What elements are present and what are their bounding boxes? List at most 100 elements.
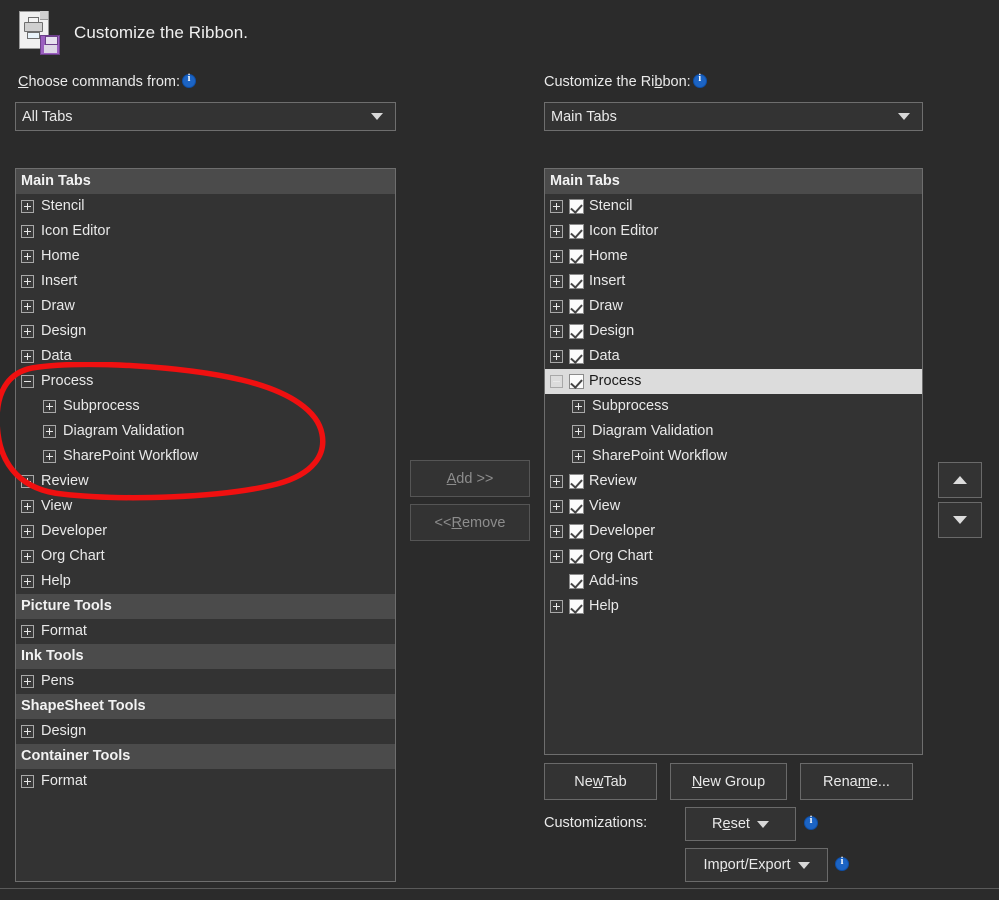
expand-icon[interactable] (550, 200, 563, 213)
tab-checkbox[interactable] (569, 374, 584, 389)
available-commands-list[interactable]: Main Tabs Stencil Icon Editor Home Insert Dra… (15, 168, 396, 882)
tab-checkbox[interactable] (569, 224, 584, 239)
expand-icon[interactable] (550, 600, 563, 613)
expand-icon[interactable] (21, 575, 34, 588)
list-item[interactable]: Draw (16, 294, 395, 319)
rename-button[interactable]: Rena m e... (800, 763, 913, 800)
tree-row[interactable]: View (545, 494, 922, 519)
tree-row[interactable]: Review (545, 469, 922, 494)
tree-row[interactable]: SharePoint Workflow (545, 444, 922, 469)
list-item[interactable]: Stencil (16, 194, 395, 219)
new-group-button[interactable]: New Group (670, 763, 787, 800)
expand-icon[interactable] (21, 725, 34, 738)
expand-icon[interactable] (21, 300, 34, 313)
tab-checkbox[interactable] (569, 499, 584, 514)
expand-icon[interactable] (21, 200, 34, 213)
tab-checkbox[interactable] (569, 249, 584, 264)
tree-row[interactable]: Icon Editor (545, 219, 922, 244)
expand-icon[interactable] (550, 300, 563, 313)
info-icon[interactable] (835, 856, 849, 871)
expand-icon[interactable] (21, 325, 34, 338)
expand-icon[interactable] (550, 225, 563, 238)
tree-row[interactable]: Process (545, 369, 922, 394)
tree-row[interactable]: Draw (545, 294, 922, 319)
tree-row[interactable]: Insert (545, 269, 922, 294)
tab-checkbox[interactable] (569, 324, 584, 339)
info-icon[interactable] (692, 73, 707, 88)
list-item[interactable]: Icon Editor (16, 219, 395, 244)
tree-row[interactable]: Subprocess (545, 394, 922, 419)
customize-ribbon-combo[interactable]: Main Tabs (544, 102, 923, 131)
tree-row[interactable]: Data (545, 344, 922, 369)
expand-icon[interactable] (43, 425, 56, 438)
tab-checkbox[interactable] (569, 199, 584, 214)
list-item[interactable]: Diagram Validation (16, 419, 395, 444)
ribbon-tabs-tree[interactable]: Main Tabs Stencil Icon Editor Home Insert Dra… (544, 168, 923, 755)
expand-icon[interactable] (21, 550, 34, 563)
tab-checkbox[interactable] (569, 524, 584, 539)
expand-icon[interactable] (43, 400, 56, 413)
choose-commands-from-combo[interactable]: All Tabs (15, 102, 396, 131)
expand-icon[interactable] (21, 475, 34, 488)
list-item[interactable]: Process (16, 369, 395, 394)
tab-checkbox[interactable] (569, 274, 584, 289)
expand-icon[interactable] (550, 475, 563, 488)
expand-icon[interactable] (572, 425, 585, 438)
expand-icon[interactable] (550, 350, 563, 363)
expand-icon[interactable] (21, 275, 34, 288)
expand-icon[interactable] (550, 325, 563, 338)
list-item[interactable]: Developer (16, 519, 395, 544)
tree-row[interactable]: Add-ins (545, 569, 922, 594)
expand-icon[interactable] (572, 400, 585, 413)
tree-row[interactable]: Design (545, 319, 922, 344)
expand-icon[interactable] (21, 250, 34, 263)
collapse-icon[interactable] (21, 375, 34, 388)
expand-icon[interactable] (21, 350, 34, 363)
expand-icon[interactable] (21, 525, 34, 538)
tab-checkbox[interactable] (569, 349, 584, 364)
list-item[interactable]: Design (16, 719, 395, 744)
list-item[interactable]: SharePoint Workflow (16, 444, 395, 469)
expand-icon[interactable] (21, 625, 34, 638)
list-item[interactable]: Design (16, 319, 395, 344)
tab-checkbox[interactable] (569, 299, 584, 314)
tree-row[interactable]: Help (545, 594, 922, 619)
list-item[interactable]: Insert (16, 269, 395, 294)
tab-checkbox[interactable] (569, 549, 584, 564)
move-down-button[interactable] (938, 502, 982, 538)
tree-row[interactable]: Home (545, 244, 922, 269)
expand-icon[interactable] (21, 500, 34, 513)
tab-checkbox[interactable] (569, 599, 584, 614)
tree-row[interactable]: Org Chart (545, 544, 922, 569)
expand-icon[interactable] (550, 500, 563, 513)
list-item[interactable]: Home (16, 244, 395, 269)
tab-checkbox[interactable] (569, 474, 584, 489)
remove-button[interactable]: << Remove (410, 504, 530, 541)
list-item[interactable]: Help (16, 569, 395, 594)
list-item[interactable]: Review (16, 469, 395, 494)
expand-icon[interactable] (550, 275, 563, 288)
import-export-button[interactable]: Im p ort/Export (685, 848, 828, 882)
expand-icon[interactable] (21, 225, 34, 238)
tab-checkbox[interactable] (569, 574, 584, 589)
expand-icon[interactable] (550, 250, 563, 263)
list-item[interactable]: Format (16, 769, 395, 794)
expand-icon[interactable] (550, 550, 563, 563)
expand-icon[interactable] (550, 525, 563, 538)
list-item[interactable]: View (16, 494, 395, 519)
reset-button[interactable]: Re set (685, 807, 796, 841)
expand-icon[interactable] (572, 450, 585, 463)
expand-icon[interactable] (43, 450, 56, 463)
list-item[interactable]: Subprocess (16, 394, 395, 419)
list-item[interactable]: Org Chart (16, 544, 395, 569)
move-up-button[interactable] (938, 462, 982, 498)
add-button[interactable]: Add >> (410, 460, 530, 497)
list-item[interactable]: Data (16, 344, 395, 369)
list-item[interactable]: Pens (16, 669, 395, 694)
list-item[interactable]: Format (16, 619, 395, 644)
expand-icon[interactable] (21, 775, 34, 788)
info-icon[interactable] (804, 815, 818, 830)
expand-icon[interactable] (21, 675, 34, 688)
info-icon[interactable] (182, 73, 196, 88)
tree-row[interactable]: Diagram Validation (545, 419, 922, 444)
